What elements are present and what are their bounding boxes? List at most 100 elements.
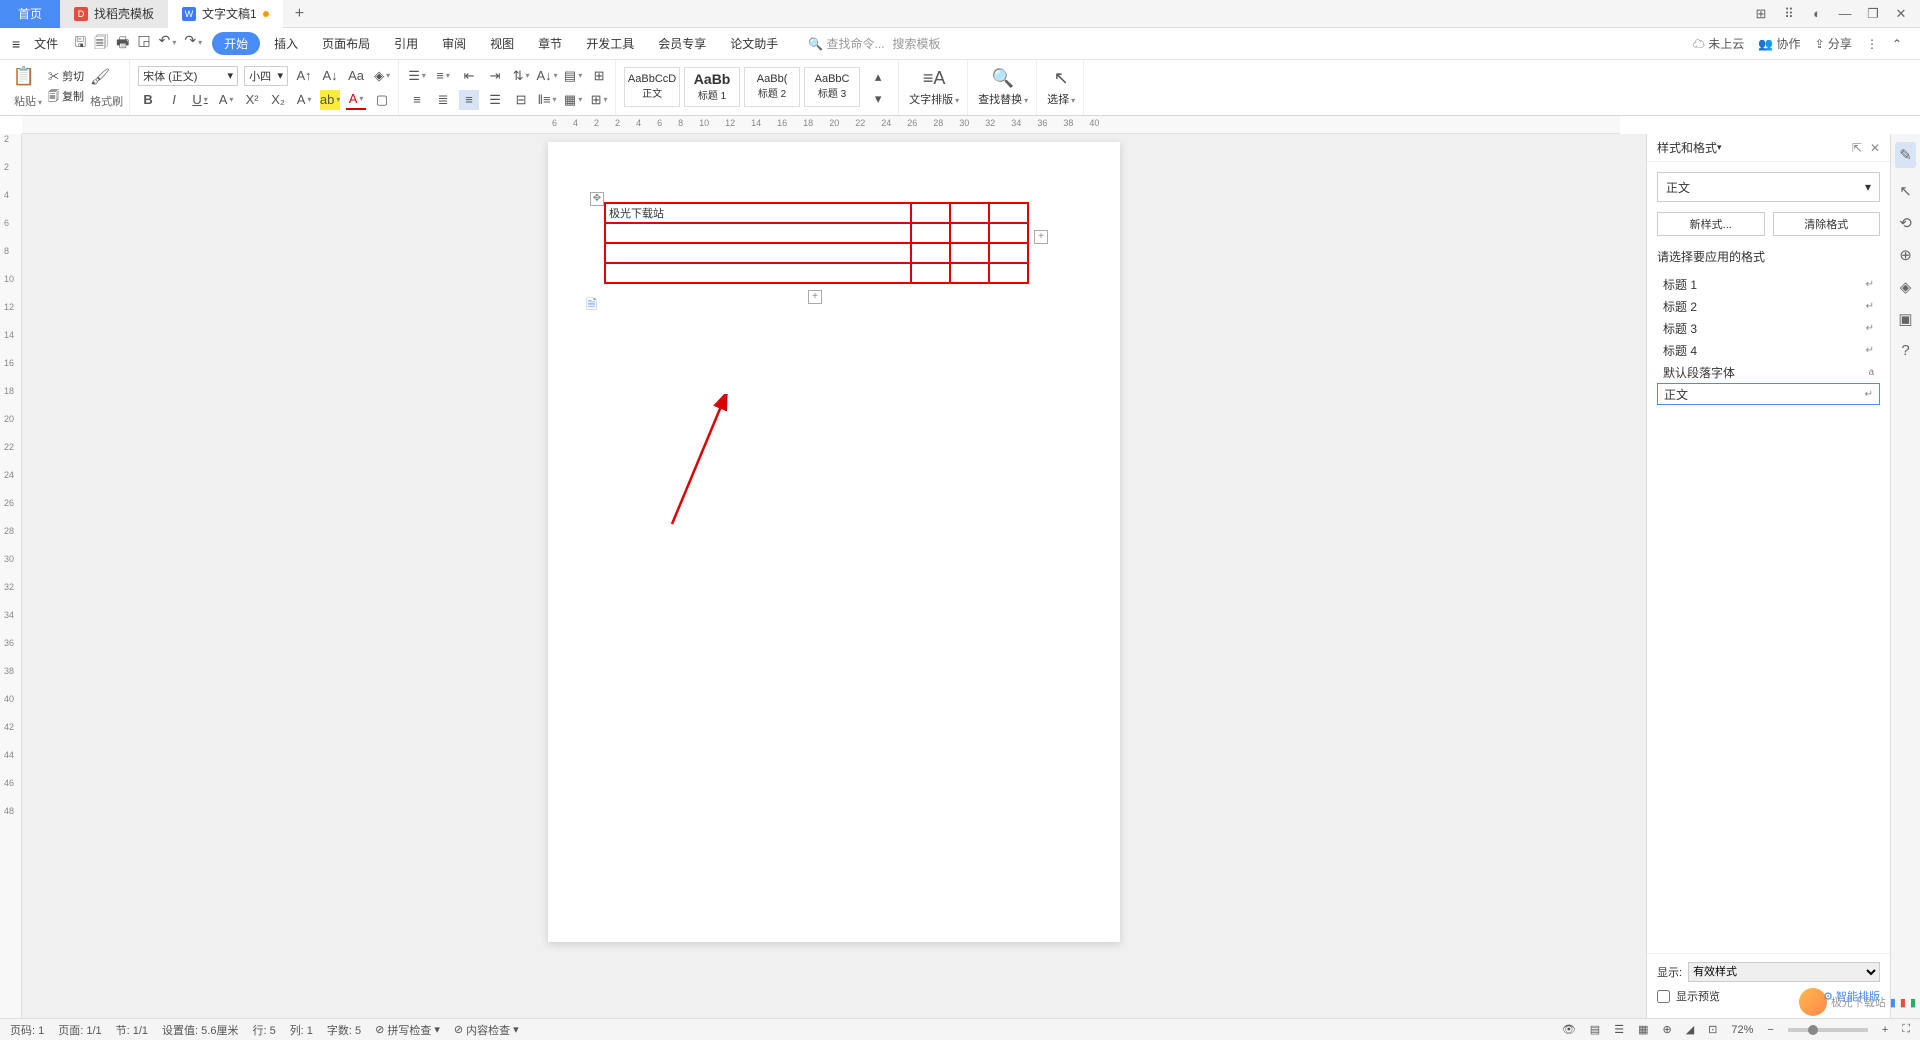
style-h3[interactable]: AaBbC标题 3 [804, 67, 860, 107]
bullets-icon[interactable]: ☰ [407, 66, 427, 86]
menu-view[interactable]: 视图 [480, 35, 524, 52]
maximize-icon[interactable]: ❐ [1864, 6, 1882, 22]
table-add-col-handle[interactable]: + [1034, 230, 1048, 244]
para-shading-icon[interactable]: ▦ [563, 90, 583, 110]
status-spellcheck[interactable]: ⊘拼写检查 ▾ [375, 1022, 440, 1038]
clear-format-icon[interactable]: ◈ [372, 66, 392, 86]
vertical-ruler[interactable]: 2246810121416182022242628303234363840424… [0, 134, 22, 1018]
subscript-icon[interactable]: X₂ [268, 90, 288, 110]
print-icon[interactable]: 🖶 [116, 32, 129, 56]
status-col[interactable]: 列: 1 [290, 1022, 313, 1038]
user-icon[interactable]: ◐ [1808, 6, 1826, 21]
table-cell[interactable] [989, 203, 1028, 223]
new-style-button[interactable]: 新样式... [1657, 212, 1765, 236]
redo-icon[interactable]: ↷ [184, 32, 202, 56]
print-preview-icon[interactable]: 🗐 [94, 32, 108, 56]
display-filter-select[interactable]: 有效样式 [1688, 962, 1880, 982]
strike-icon[interactable]: A [216, 90, 236, 110]
cut-button[interactable]: ✂ 剪切 [48, 68, 84, 84]
status-content-check[interactable]: ⊘内容检查 ▾ [454, 1022, 519, 1038]
layout-icon[interactable]: ⊞ [1752, 6, 1770, 22]
horizontal-ruler[interactable]: 642246810121416182022242628303234363840 [22, 116, 1620, 134]
styles-more-up-icon[interactable]: ▴ [868, 67, 888, 87]
view-web-icon[interactable]: ▦ [1638, 1023, 1648, 1036]
cursor-icon[interactable]: ↖ [1899, 182, 1912, 200]
view-read-icon[interactable]: ⊕ [1662, 1023, 1671, 1036]
table-row[interactable] [605, 223, 1028, 243]
collapse-ribbon-icon[interactable]: ⌃ [1892, 37, 1902, 51]
font-color-icon[interactable]: A [346, 90, 366, 110]
table-cell[interactable]: 极光下载站 [605, 203, 911, 223]
status-position[interactable]: 设置值: 5.6厘米 [162, 1022, 238, 1038]
collab-button[interactable]: 👥 协作 [1758, 35, 1800, 52]
view-page-icon[interactable]: ▤ [1590, 1023, 1600, 1036]
text-layout-button[interactable]: ≡A 文字排版 [901, 60, 968, 115]
status-row[interactable]: 行: 5 [252, 1022, 275, 1038]
current-style-select[interactable]: 正文▾ [1657, 172, 1880, 202]
numbering-icon[interactable]: ≡ [433, 66, 453, 86]
borders-icon[interactable]: ⊞ [589, 90, 609, 110]
align-right-icon[interactable]: ≡ [459, 90, 479, 110]
menu-insert[interactable]: 插入 [264, 35, 308, 52]
status-page-of[interactable]: 页面: 1/1 [58, 1022, 101, 1038]
menu-start[interactable]: 开始 [212, 32, 260, 55]
sort-icon[interactable]: A↓ [537, 66, 557, 86]
tab-document[interactable]: W 文字文稿1 [168, 0, 283, 28]
underline-icon[interactable]: U [190, 90, 210, 110]
style-list-item[interactable]: 默认段落字体a [1657, 361, 1880, 383]
border-box-icon[interactable]: ▢ [372, 90, 392, 110]
undo-icon[interactable]: ↶ [159, 32, 177, 56]
menu-thesis[interactable]: 论文助手 [720, 35, 788, 52]
menu-references[interactable]: 引用 [384, 35, 428, 52]
shading-icon[interactable]: ▤ [563, 66, 583, 86]
search-template[interactable]: 搜索模板 [893, 35, 941, 52]
paste-icon[interactable]: 📋 [14, 67, 34, 87]
status-eye-icon[interactable]: 👁 [1562, 1023, 1576, 1036]
zoom-slider[interactable] [1788, 1028, 1868, 1032]
clear-format-button[interactable]: 清除格式 [1773, 212, 1881, 236]
cloud-status[interactable]: ☁ 未上云 [1693, 35, 1744, 52]
help-icon[interactable]: ? [1901, 342, 1909, 359]
table-cell[interactable] [989, 243, 1028, 263]
document-table[interactable]: 极光下载站 [604, 202, 1029, 284]
palette-icon[interactable]: ⊕ [1899, 246, 1912, 264]
table-row[interactable] [605, 263, 1028, 283]
style-list-item[interactable]: 正文↵ [1657, 383, 1880, 405]
status-word-count[interactable]: 字数: 5 [327, 1022, 361, 1038]
table-cell[interactable] [911, 263, 950, 283]
style-h2[interactable]: AaBb(标题 2 [744, 67, 800, 107]
text-effect-icon[interactable]: A [294, 90, 314, 110]
table-cell[interactable] [950, 203, 989, 223]
select-button[interactable]: ↖ 选择 [1039, 60, 1084, 115]
font-size-select[interactable]: 小四▾ [244, 66, 288, 86]
menu-dev-tools[interactable]: 开发工具 [576, 35, 644, 52]
highlight-icon[interactable]: ab [320, 90, 340, 110]
panel-close-icon[interactable]: ✕ [1870, 141, 1880, 155]
superscript-icon[interactable]: X² [242, 90, 262, 110]
format-painter-label[interactable]: 格式刷 [90, 93, 123, 109]
location-icon[interactable]: ◈ [1900, 278, 1912, 296]
table-move-handle[interactable]: ✥ [590, 192, 604, 206]
style-list-item[interactable]: 标题 1↵ [1657, 273, 1880, 295]
copy-button[interactable]: 🗐 复制 [48, 88, 84, 107]
style-list-item[interactable]: 标题 3↵ [1657, 317, 1880, 339]
style-list-item[interactable]: 标题 2↵ [1657, 295, 1880, 317]
fullscreen-icon[interactable]: ⛶ [1902, 1023, 1910, 1036]
table-cell[interactable] [950, 263, 989, 283]
style-list-item[interactable]: 标题 4↵ [1657, 339, 1880, 361]
linked-icon[interactable]: ⟲ [1899, 214, 1912, 232]
more-icon[interactable]: ⋮ [1866, 37, 1878, 51]
asian-layout-icon[interactable]: ⇅ [511, 66, 531, 86]
increase-font-icon[interactable]: A↑ [294, 66, 314, 86]
table-cell[interactable] [605, 223, 911, 243]
format-painter-icon[interactable]: 🖌 [90, 67, 110, 87]
document-page[interactable]: ✥ 极光下载站 + + 🗎 [548, 142, 1120, 942]
table-cell[interactable] [989, 263, 1028, 283]
menu-member[interactable]: 会员专享 [648, 35, 716, 52]
search-command[interactable]: 🔍 查找命令... [808, 35, 884, 52]
view-outline-icon[interactable]: ☰ [1614, 1023, 1624, 1036]
status-page-no[interactable]: 页码: 1 [10, 1022, 44, 1038]
paste-label[interactable]: 粘贴 [14, 93, 42, 109]
pencil-icon[interactable]: ✎ [1895, 142, 1916, 168]
decrease-indent-icon[interactable]: ⇤ [459, 66, 479, 86]
